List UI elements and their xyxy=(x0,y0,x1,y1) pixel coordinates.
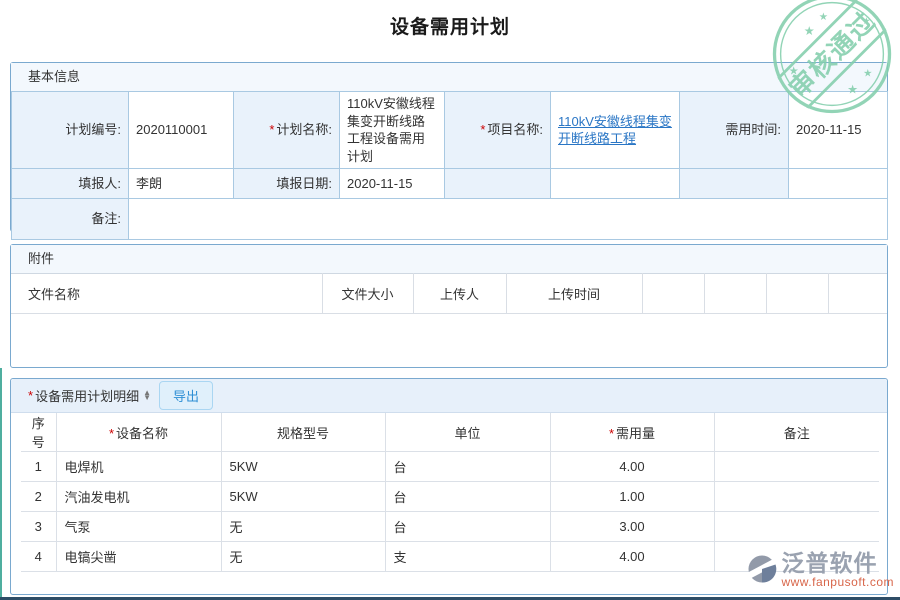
empty-value-cell xyxy=(789,169,888,199)
cell-name: 电镐尖凿 xyxy=(56,542,221,572)
cell-spec: 5KW xyxy=(221,482,385,512)
attach-col-uploadtime: 上传时间 xyxy=(506,274,642,314)
attachments-section-title: 附件 xyxy=(11,245,887,273)
remark-value xyxy=(129,199,888,240)
detail-col-no: 序号 xyxy=(21,413,56,452)
page-left-edge-divider xyxy=(0,368,2,600)
reporter-value: 李朗 xyxy=(129,169,234,199)
attachments-empty-area xyxy=(11,314,887,368)
attach-col-uploader: 上传人 xyxy=(413,274,506,314)
cell-remark xyxy=(714,512,879,542)
basic-info-section: 基本信息 计划编号: 2020110001 *计划名称: 110kV安徽线程集变… xyxy=(10,62,888,232)
cell-name: 电焊机 xyxy=(56,452,221,482)
cell-unit: 支 xyxy=(385,542,550,572)
cell-qty: 3.00 xyxy=(550,512,714,542)
vendor-logo: 泛普软件 www.fanpusoft.com xyxy=(746,551,894,589)
cell-unit: 台 xyxy=(385,482,550,512)
empty-label-cell xyxy=(445,169,551,199)
cell-remark xyxy=(714,452,879,482)
attach-col-empty xyxy=(828,274,887,314)
cell-no: 3 xyxy=(21,512,56,542)
required-asterisk: * xyxy=(109,426,114,441)
plan-no-label: 计划编号: xyxy=(12,92,129,169)
plan-no-value: 2020110001 xyxy=(129,92,234,169)
cell-spec: 5KW xyxy=(221,452,385,482)
attach-col-empty xyxy=(766,274,828,314)
attach-col-filesize: 文件大小 xyxy=(322,274,413,314)
cell-qty: 4.00 xyxy=(550,452,714,482)
detail-col-name: *设备名称 xyxy=(56,413,221,452)
cell-remark xyxy=(714,482,879,512)
table-row: 1 电焊机 5KW 台 4.00 xyxy=(21,452,879,482)
cell-qty: 4.00 xyxy=(550,542,714,572)
plan-name-label: *计划名称: xyxy=(234,92,340,169)
remark-label: 备注: xyxy=(12,199,129,240)
equipment-requirement-plan-page: 设备需用计划 基本信息 计划编号: 2020110001 *计划名称: 110k… xyxy=(0,0,900,600)
detail-col-remark: 备注 xyxy=(714,413,879,452)
attach-col-empty xyxy=(642,274,704,314)
sort-icon[interactable]: ▲▼ xyxy=(143,391,151,400)
need-time-label: 需用时间: xyxy=(680,92,789,169)
cell-spec: 无 xyxy=(221,512,385,542)
export-button[interactable]: 导出 xyxy=(159,381,213,410)
basic-info-section-title: 基本信息 xyxy=(11,63,887,91)
cell-unit: 台 xyxy=(385,512,550,542)
detail-section-header: * 设备需用计划明细 ▲▼ 导出 xyxy=(11,379,887,413)
empty-value-cell xyxy=(551,169,680,199)
detail-table: 序号 *设备名称 规格型号 单位 *需用量 备注 1 电焊机 5KW 台 4.0… xyxy=(21,413,879,572)
detail-col-qty: *需用量 xyxy=(550,413,714,452)
attachments-table: 文件名称 文件大小 上传人 上传时间 xyxy=(11,273,887,314)
need-time-value: 2020-11-15 xyxy=(789,92,888,169)
required-asterisk: * xyxy=(269,122,274,137)
cell-no: 1 xyxy=(21,452,56,482)
project-link[interactable]: 110kV安徽线程集变开断线路工程 xyxy=(558,114,672,147)
detail-col-unit: 单位 xyxy=(385,413,550,452)
detail-section-title: 设备需用计划明细 xyxy=(35,386,139,405)
empty-label-cell xyxy=(680,169,789,199)
project-name-label: *项目名称: xyxy=(445,92,551,169)
project-name-value: 110kV安徽线程集变开断线路工程 xyxy=(551,92,680,169)
cell-qty: 1.00 xyxy=(550,482,714,512)
fanpu-logo-icon xyxy=(746,551,778,587)
cell-no: 4 xyxy=(21,542,56,572)
required-asterisk: * xyxy=(609,426,614,441)
cell-name: 气泵 xyxy=(56,512,221,542)
cell-spec: 无 xyxy=(221,542,385,572)
plan-name-value: 110kV安徽线程集变开断线路工程设备需用计划 xyxy=(340,92,445,169)
cell-no: 2 xyxy=(21,482,56,512)
attach-col-filename: 文件名称 xyxy=(11,274,322,314)
basic-info-table: 计划编号: 2020110001 *计划名称: 110kV安徽线程集变开断线路工… xyxy=(11,91,888,240)
table-row: 3 气泵 无 台 3.00 xyxy=(21,512,879,542)
attach-col-empty xyxy=(704,274,766,314)
vendor-url: www.fanpusoft.com xyxy=(781,575,894,589)
cell-name: 汽油发电机 xyxy=(56,482,221,512)
table-row: 2 汽油发电机 5KW 台 1.00 xyxy=(21,482,879,512)
page-title: 设备需用计划 xyxy=(0,12,900,39)
report-date-label: 填报日期: xyxy=(234,169,340,199)
reporter-label: 填报人: xyxy=(12,169,129,199)
required-asterisk: * xyxy=(28,388,33,403)
attachments-section: 附件 文件名称 文件大小 上传人 上传时间 xyxy=(10,244,888,368)
report-date-value: 2020-11-15 xyxy=(340,169,445,199)
required-asterisk: * xyxy=(480,122,485,137)
cell-unit: 台 xyxy=(385,452,550,482)
vendor-name: 泛普软件 xyxy=(781,551,894,575)
detail-col-spec: 规格型号 xyxy=(221,413,385,452)
